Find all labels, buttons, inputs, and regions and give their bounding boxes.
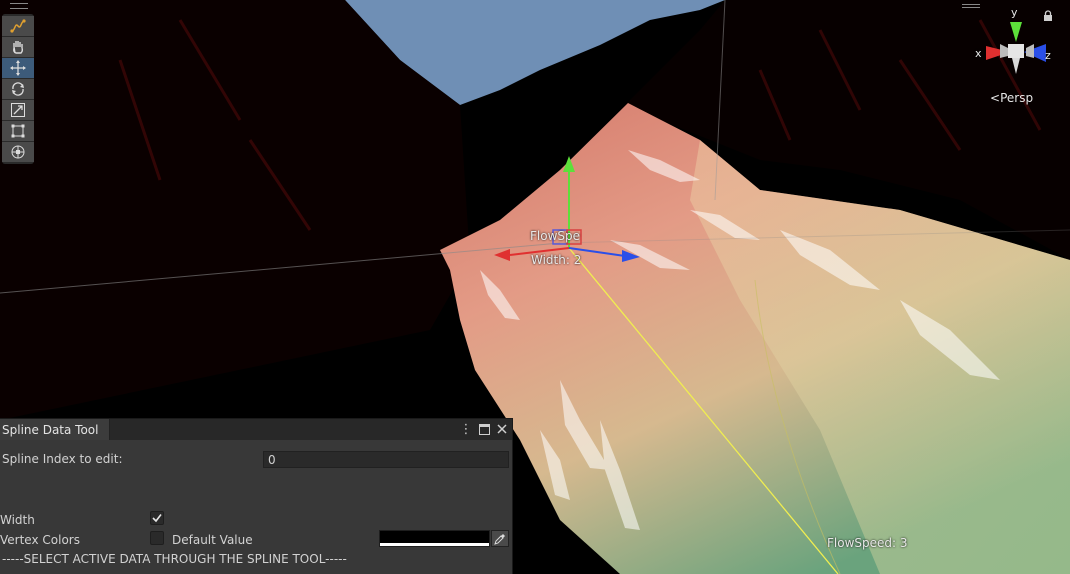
default-value-label: Default Value	[172, 533, 253, 547]
spline-data-tool-panel: Spline Data Tool ⋮	[0, 418, 513, 574]
rect-tool-icon	[11, 124, 25, 138]
scale-tool-button[interactable]	[2, 100, 34, 120]
palette-grip-icon[interactable]	[10, 3, 28, 9]
rect-tool-button[interactable]	[2, 121, 34, 141]
gizmo-z-label: z	[1045, 49, 1051, 62]
rotate-tool-icon	[12, 82, 24, 96]
width-handle-label: Width: 2	[531, 253, 582, 267]
checkmark-icon	[152, 514, 162, 523]
width-checkbox[interactable]	[150, 511, 164, 525]
scale-tool-icon	[11, 103, 25, 117]
projection-toggle[interactable]: <Persp	[990, 91, 1033, 105]
hand-tool-icon	[13, 41, 24, 54]
move-tool-icon	[10, 60, 26, 76]
eyedropper-icon	[494, 533, 505, 545]
maximize-icon[interactable]	[478, 422, 490, 436]
transform-tool-icon	[11, 145, 25, 159]
spline-index-label: Spline Index to edit:	[2, 452, 123, 466]
kebab-menu-icon[interactable]: ⋮	[460, 422, 473, 437]
alpha-bar	[380, 543, 489, 546]
hand-tool-button[interactable]	[2, 37, 34, 57]
transform-tool-button[interactable]	[2, 142, 34, 162]
move-tool-button[interactable]	[2, 58, 34, 78]
spline-tool-button[interactable]	[2, 16, 34, 36]
gizmo-y-label: y	[1011, 6, 1018, 19]
hint-text: -----SELECT ACTIVE DATA THROUGH THE SPLI…	[2, 552, 347, 566]
tool-palette	[2, 3, 34, 164]
spline-index-input[interactable]: 0	[263, 451, 509, 468]
flow-speed-handle-label: FlowSpe	[530, 229, 581, 243]
flow-speed-label: FlowSpeed: 3	[827, 536, 908, 550]
vertex-colors-label: Vertex Colors	[0, 533, 80, 547]
vertex-colors-checkbox[interactable]	[150, 531, 164, 545]
spline-tool-icon	[10, 19, 26, 33]
panel-tab-bar: Spline Data Tool ⋮	[0, 419, 512, 440]
projection-label: Persp	[1000, 91, 1034, 105]
gizmo-x-label: x	[975, 47, 982, 60]
panel-tab[interactable]: Spline Data Tool	[0, 419, 110, 440]
eyedropper-button[interactable]	[491, 530, 509, 547]
close-icon[interactable]	[496, 422, 508, 436]
panel-actions: ⋮	[460, 422, 508, 437]
chevron-left-icon: <	[990, 91, 1001, 105]
rotate-tool-button[interactable]	[2, 79, 34, 99]
width-label: Width	[0, 513, 35, 527]
default-color-field[interactable]	[379, 530, 490, 547]
